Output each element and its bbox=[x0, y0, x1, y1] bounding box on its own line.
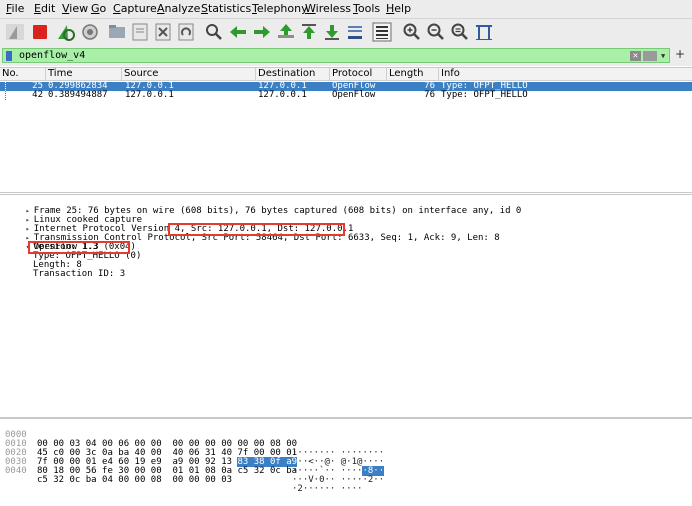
go-first-icon[interactable] bbox=[298, 21, 320, 43]
tree-item-tcp[interactable]: ▸ Transmission Control Protocol, Src Port… bbox=[0, 225, 500, 243]
capture-options-icon[interactable] bbox=[79, 21, 101, 43]
menu-help[interactable]: Help bbox=[386, 2, 411, 15]
display-filter-bar: openflow_v4 ✕ ▼ + bbox=[0, 46, 692, 66]
zoom-in-icon[interactable] bbox=[401, 21, 423, 43]
go-to-packet-icon[interactable] bbox=[275, 21, 297, 43]
hex-row[interactable]: 0040 c5 32 0c ba 04 00 00 08 00 00 00 03… bbox=[0, 458, 692, 494]
go-back-icon[interactable] bbox=[227, 21, 249, 43]
collapse-arrow-icon[interactable]: ▾ bbox=[22, 243, 34, 252]
col-header-time[interactable]: Time bbox=[46, 68, 122, 80]
packet-list: No. Time Source Destination Protocol Len… bbox=[0, 67, 692, 193]
hex-row[interactable]: 0020 7f 00 00 01 e4 60 19 e9 a9 00 92 13… bbox=[0, 440, 692, 476]
menu-wireless[interactable]: Wireless bbox=[305, 2, 351, 15]
menu-statistics[interactable]: Statistics bbox=[201, 2, 251, 15]
autoscroll-icon[interactable] bbox=[344, 21, 366, 43]
menu-analyze[interactable]: Analyze bbox=[157, 2, 200, 15]
tree-item-frame[interactable]: ▸ Frame 25: 76 bytes on wire (608 bits), … bbox=[0, 198, 522, 216]
menu-view[interactable]: View bbox=[62, 2, 88, 15]
menu-file[interactable]: File bbox=[6, 2, 24, 15]
packet-details-tree: ▸ Frame 25: 76 bytes on wire (608 bits), … bbox=[0, 194, 692, 418]
shark-fin-start-icon[interactable] bbox=[4, 21, 26, 43]
hex-ascii: ·2······ ···· bbox=[292, 484, 363, 494]
openflow-xid-field[interactable]: Transaction ID: 3 bbox=[33, 270, 125, 279]
chevron-down-icon[interactable]: ▼ bbox=[661, 51, 670, 61]
col-header-protocol[interactable]: Protocol bbox=[330, 68, 387, 80]
packet-row[interactable]: 42 0.389494887 127.0.0.1 127.0.0.1 OpenF… bbox=[0, 91, 692, 100]
packet-protocol: OpenFlow bbox=[332, 90, 376, 100]
col-header-length[interactable]: Length bbox=[387, 68, 439, 80]
restart-capture-icon[interactable] bbox=[54, 21, 76, 43]
packet-list-header: No. Time Source Destination Protocol Len… bbox=[0, 68, 692, 81]
packet-source: 127.0.0.1 bbox=[125, 90, 174, 100]
hex-bytes: c5 32 0c ba 04 00 00 08 00 00 00 03 bbox=[37, 475, 233, 485]
reload-file-icon[interactable] bbox=[175, 21, 197, 43]
menu-telephony[interactable]: Telephony bbox=[252, 2, 308, 15]
tcp-summary-ports: Src Port: 58464, Dst Port: 6633, bbox=[201, 233, 376, 243]
stop-capture-icon[interactable] bbox=[29, 21, 51, 43]
add-filter-button[interactable]: + bbox=[675, 47, 685, 61]
packet-info: Type: OFPT_HELLO bbox=[441, 90, 528, 100]
conversation-bracket bbox=[5, 82, 7, 91]
col-header-info[interactable]: Info bbox=[439, 68, 692, 80]
resize-columns-icon[interactable] bbox=[473, 21, 495, 43]
col-header-source[interactable]: Source bbox=[122, 68, 256, 80]
hex-offset: 0040 bbox=[5, 466, 27, 476]
tree-item-ipv4[interactable]: ▸ Internet Protocol Version 4, Src: 127.0… bbox=[0, 216, 354, 234]
packet-no: 42 bbox=[32, 90, 43, 100]
apply-filter-icon[interactable] bbox=[643, 51, 657, 61]
zoom-out-icon[interactable] bbox=[425, 21, 447, 43]
close-file-icon[interactable] bbox=[152, 21, 174, 43]
menu-tools[interactable]: Tools bbox=[353, 2, 380, 15]
packet-time: 0.389494887 bbox=[48, 90, 108, 100]
col-header-destination[interactable]: Destination bbox=[256, 68, 330, 80]
zoom-normal-icon[interactable] bbox=[449, 21, 471, 43]
bookmark-icon[interactable] bbox=[6, 51, 12, 61]
menu-go[interactable]: Go bbox=[91, 2, 106, 15]
menu-bar: File Edit View Go Capture Analyze Statis… bbox=[0, 0, 692, 19]
tcp-summary-suffix: Seq: 1, Ack: 9, Len: 8 bbox=[380, 233, 500, 243]
col-header-no[interactable]: No. bbox=[0, 68, 46, 80]
main-toolbar bbox=[0, 19, 692, 47]
packet-length: 76 bbox=[424, 90, 435, 100]
clear-filter-icon[interactable]: ✕ bbox=[630, 51, 641, 61]
go-forward-icon[interactable] bbox=[251, 21, 273, 43]
hex-dump-pane: 0000 00 00 03 04 00 06 00 00 00 00 00 00… bbox=[0, 418, 692, 506]
open-file-icon[interactable] bbox=[106, 21, 128, 43]
conversation-bracket bbox=[5, 91, 7, 100]
colorize-icon[interactable] bbox=[371, 21, 393, 43]
menu-edit[interactable]: Edit bbox=[34, 2, 55, 15]
packet-destination: 127.0.0.1 bbox=[258, 90, 307, 100]
hex-row[interactable]: 0000 00 00 03 04 00 06 00 00 00 00 00 00… bbox=[0, 422, 692, 458]
hex-row[interactable]: 0010 45 c0 00 3c 0a ba 40 00 40 06 31 40… bbox=[0, 431, 692, 467]
menu-capture[interactable]: Capture bbox=[113, 2, 157, 15]
save-file-icon[interactable] bbox=[129, 21, 151, 43]
display-filter-text: openflow_v4 bbox=[19, 50, 86, 61]
go-last-icon[interactable] bbox=[321, 21, 343, 43]
find-packet-icon[interactable] bbox=[203, 21, 225, 43]
display-filter-input[interactable]: openflow_v4 ✕ ▼ bbox=[2, 48, 670, 63]
hex-row[interactable]: 0030 80 18 00 56 fe 30 00 00 01 01 08 0a… bbox=[0, 449, 692, 485]
tree-item-linux-cooked[interactable]: ▸ Linux cooked capture bbox=[0, 207, 142, 225]
